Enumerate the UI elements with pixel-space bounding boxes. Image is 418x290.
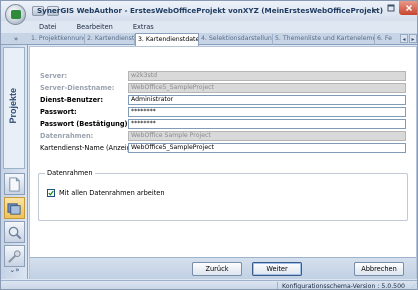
projects-panel-header[interactable]: Projekte [3, 47, 25, 169]
checkmark-icon [48, 190, 54, 196]
status-bar: Konfigurationsschema-Version : 5.0.500 ⋰ [1, 280, 417, 289]
sidebar-map-button[interactable] [4, 197, 25, 219]
dataframe-groupbox: Datenrahmen Mit allen Datenrahmen arbeit… [38, 169, 408, 221]
tab-kartendienstdaten[interactable]: 3. Kartendienstdaten [135, 33, 199, 46]
map-stack-icon [7, 202, 21, 215]
all-dataframes-option[interactable]: Mit allen Datenrahmen arbeiten [47, 189, 165, 197]
password-confirm-field[interactable]: ******** [128, 119, 406, 129]
sidebar-more-button[interactable]: ⌄» [4, 265, 25, 276]
menu-extras[interactable]: Extras [133, 21, 154, 33]
tools-icon [8, 249, 21, 263]
dataframe-row: Datenrahmen: WebOffice Sample Project [38, 131, 410, 141]
wizard-tab-strip: » 1. Projektkennung 2. Kartendienst 3. K… [1, 33, 417, 46]
menu-datei[interactable]: Datei [39, 21, 57, 33]
menu-bar: Datei Bearbeiten Extras [27, 21, 154, 33]
window-title: SynerGIS WebAuthor - ErstesWebOfficeProj… [36, 6, 384, 15]
tab-selektionsdarstellung[interactable]: 4. Selektionsdarstellung [199, 34, 273, 45]
server-row: Server: w2k3std [38, 71, 410, 81]
wizard-page-kartendienstdaten: Server: w2k3std Server-Dienstname: WebOf… [29, 46, 417, 279]
service-display-name-field[interactable]: WebOffice5_SampleProject [128, 143, 406, 153]
dataframe-field: WebOffice Sample Project [128, 131, 406, 141]
cancel-button[interactable]: Abbrechen [354, 262, 404, 276]
minimize-icon [372, 9, 378, 11]
sidebar-search-button[interactable] [4, 221, 25, 243]
menu-bearbeiten[interactable]: Bearbeiten [77, 21, 113, 33]
close-icon [406, 5, 412, 11]
next-button[interactable]: Weiter [252, 262, 302, 276]
document-icon [9, 176, 20, 192]
schema-version-status: Konfigurationsschema-Version : 5.0.500 [276, 282, 405, 289]
password-row: Passwort: ******** [38, 107, 410, 117]
tab-projektkennung[interactable]: 1. Projektkennung [29, 34, 85, 45]
minimize-button[interactable] [367, 1, 383, 15]
all-dataframes-checkbox[interactable] [47, 189, 55, 197]
sidebar-document-button[interactable] [4, 173, 25, 195]
server-service-row: Server-Dienstname: WebOffice5_SampleProj… [38, 83, 410, 93]
title-bar: SynerGIS WebAuthor - ErstesWebOfficeProj… [1, 1, 417, 25]
password-label: Passwort: [40, 108, 77, 116]
app-window: SynerGIS WebAuthor - ErstesWebOfficeProj… [0, 0, 418, 290]
tab-kartendienst[interactable]: 2. Kartendienst [85, 34, 135, 45]
server-field: w2k3std [128, 71, 406, 81]
wizard-button-bar: Zurück Weiter Abbrechen [30, 257, 416, 279]
dataframe-label: Datenrahmen: [40, 132, 94, 140]
maximize-icon [387, 4, 395, 12]
projects-label: Projekte [8, 88, 18, 124]
server-service-label: Server-Dienstname: [40, 84, 115, 92]
service-user-label: Dienst-Benutzer: [40, 96, 103, 104]
window-controls [367, 1, 417, 15]
collapse-sidebar-button[interactable]: » [7, 34, 25, 44]
resize-grip-icon[interactable]: ⋰ [409, 282, 417, 289]
server-label: Server: [40, 72, 68, 80]
tab-feature[interactable]: 6. Fe [375, 34, 397, 45]
password-confirm-row: Passwort (Bestätigung): ******** [38, 119, 410, 129]
service-display-name-row: Kartendienst-Name (Anzeige): WebOffice5_… [38, 143, 410, 153]
tab-scroll-left-button[interactable]: ◂ [400, 34, 408, 43]
service-display-name-label: Kartendienst-Name (Anzeige): [40, 144, 140, 152]
back-button[interactable]: Zurück [192, 262, 242, 276]
all-dataframes-label: Mit allen Datenrahmen arbeiten [59, 189, 165, 197]
maximize-button[interactable] [383, 1, 399, 15]
tab-themenliste[interactable]: 5. Themenliste und Kartenelemente [273, 34, 375, 45]
service-user-row: Dienst-Benutzer: Administrator [38, 95, 410, 105]
password-confirm-label: Passwort (Bestätigung): [40, 120, 131, 128]
sidebar-tools-button[interactable] [4, 245, 25, 267]
tab-scroll: ◂ ▸ [400, 34, 417, 43]
projects-sidebar: Projekte ⌄» [1, 45, 28, 279]
service-user-field[interactable]: Administrator [128, 95, 406, 105]
dataframe-group-title: Datenrahmen [45, 169, 95, 177]
magnifier-icon [8, 226, 22, 239]
password-field[interactable]: ******** [128, 107, 406, 117]
server-service-field: WebOffice5_SampleProject [128, 83, 406, 93]
close-button[interactable] [399, 1, 417, 15]
tab-scroll-right-button[interactable]: ▸ [409, 34, 417, 43]
